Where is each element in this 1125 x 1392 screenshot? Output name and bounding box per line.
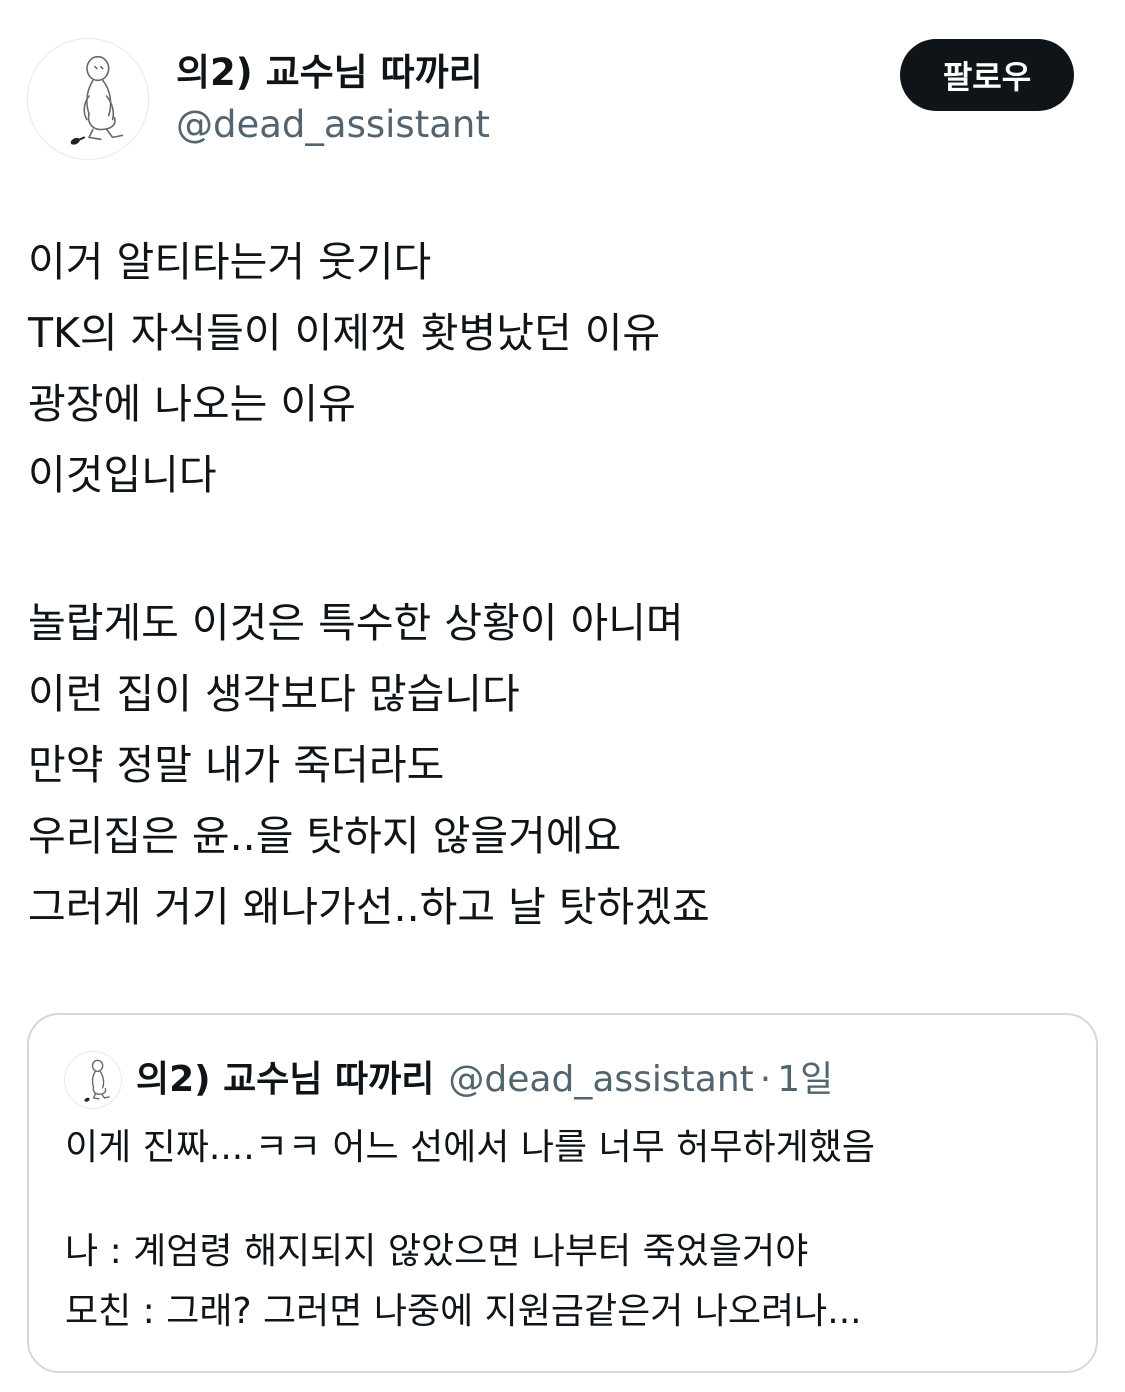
tweet-line: 우리집은 윤..을 탓하지 않을거에요 [28, 812, 622, 860]
quote-handle: @dead_assistant [448, 1059, 754, 1100]
tweet-line: 그러게 거기 왜나가선..하고 날 탓하겠죠 [28, 883, 710, 931]
person-kneeling-sketch-icon [70, 55, 124, 145]
quote-timestamp: 1일 [777, 1059, 834, 1100]
quote-line: 이게 진짜....ㅋㅋ 어느 선에서 나를 너무 허무하게했음 [65, 1127, 875, 1168]
tweet-text: 이거 알티타는거 웃기다 TK의 자식들이 이제껏 홧병났던 이유 광장에 나오… [28, 227, 1098, 943]
tweet-line: 만약 정말 내가 죽더라도 [28, 741, 445, 789]
quote-display-name: 의2) 교수님 따까리 [136, 1059, 435, 1100]
tweet-line: TK의 자식들이 이제껏 홧병났던 이유 [28, 309, 661, 357]
quote-separator: · [759, 1059, 772, 1100]
quote-text: 이게 진짜....ㅋㅋ 어느 선에서 나를 너무 허무하게했음 나 : 계엄령 … [65, 1118, 1075, 1342]
tweet-line: 놀랍게도 이것은 특수한 상황이 아니며 [28, 599, 684, 647]
tweet-line: 이런 집이 생각보다 많습니다 [28, 670, 520, 718]
tweet-header: 의2) 교수님 따까리 @dead_assistant 팔로우 [0, 0, 1125, 180]
quoted-tweet-card[interactable]: 의2) 교수님 따까리 @dead_assistant · 1일 이게 진짜....ㅋ… [27, 1013, 1098, 1373]
display-name[interactable]: 의2) 교수님 따까리 [176, 48, 483, 98]
follow-button[interactable]: 팔로우 [900, 39, 1074, 111]
quote-line: 나 : 계엄령 해지되지 않았으면 나부터 죽었을거야 [65, 1231, 809, 1272]
tweet-line: 이거 알티타는거 웃기다 [28, 238, 432, 286]
quote-avatar [64, 1051, 122, 1109]
quote-line: 모친 : 그래? 그러면 나중에 지원금같은거 나오려나... [65, 1291, 862, 1332]
handle[interactable]: @dead_assistant [176, 100, 490, 150]
tweet-line: 광장에 나오는 이유 [28, 380, 356, 428]
avatar[interactable] [27, 38, 149, 160]
quote-line-blank [65, 1178, 1075, 1222]
quote-header: 의2) 교수님 따까리 @dead_assistant · 1일 [136, 1053, 833, 1107]
person-kneeling-sketch-icon [84, 1059, 110, 1102]
tweet-line: 이것입니다 [28, 451, 217, 499]
